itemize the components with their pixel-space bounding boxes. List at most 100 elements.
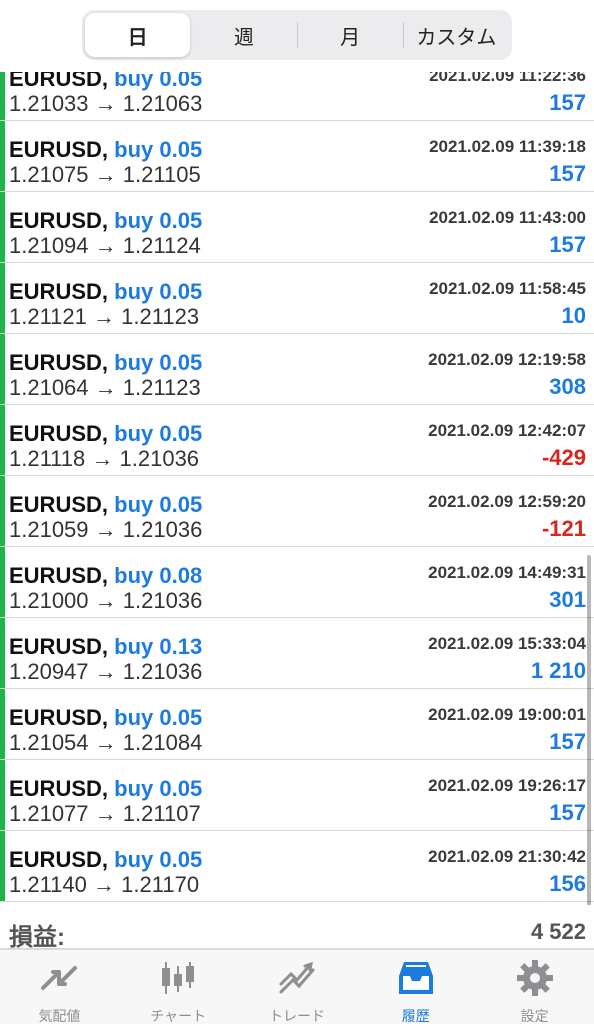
chart-icon: [156, 958, 200, 1003]
trade-symbol: EURUSD, buy 0.05: [9, 421, 202, 447]
open-price: 1.21077: [9, 801, 89, 826]
symbol-text: EURUSD,: [9, 634, 109, 659]
trade-history-list[interactable]: EURUSD, buy 0.05 1.21033 → 1.21063 2021.02…: [0, 50, 594, 905]
trade-row[interactable]: EURUSD, buy 0.05 1.21054 → 1.21084 2021.02…: [0, 689, 594, 760]
trade-rows: EURUSD, buy 0.05 1.21033 → 1.21063 2021.02…: [0, 50, 594, 902]
trade-time: 2021.02.09 15:33:04: [428, 634, 586, 653]
trade-row[interactable]: EURUSD, buy 0.05 1.21094 → 1.21124 2021.02…: [0, 192, 594, 263]
trade-row[interactable]: EURUSD, buy 0.05 1.21075 → 1.21105 2021.02…: [0, 121, 594, 192]
trade-symbol: EURUSD, buy 0.05: [9, 279, 202, 305]
open-price: 1.21059: [9, 517, 89, 542]
arrow-icon: →: [93, 304, 116, 329]
trade-symbol: EURUSD, buy 0.13: [9, 634, 202, 660]
arrow-icon: →: [93, 872, 116, 897]
trade-side-volume: buy 0.05: [114, 776, 203, 801]
trade-symbol: EURUSD, buy 0.05: [9, 776, 202, 802]
arrow-icon: →: [91, 446, 114, 471]
trade-prices: 1.21075 → 1.21105: [9, 162, 201, 188]
trade-time: 2021.02.09 12:42:07: [428, 421, 586, 440]
open-price: 1.21033: [9, 91, 89, 116]
tab-chart[interactable]: チャート: [119, 950, 238, 1024]
trade-prices: 1.21000 → 1.21036: [9, 588, 202, 614]
tab-label: トレード: [268, 1008, 325, 1024]
trade-profit: 156: [549, 871, 586, 896]
trade-row[interactable]: EURUSD, buy 0.13 1.20947 → 1.21036 2021.02…: [0, 618, 594, 689]
trade-symbol: EURUSD, buy 0.05: [9, 137, 202, 163]
tab-quotes[interactable]: 気配値: [0, 950, 119, 1024]
trade-prices: 1.21121 → 1.21123: [9, 304, 199, 330]
segment-day[interactable]: 日: [85, 13, 191, 57]
symbol-text: EURUSD,: [9, 776, 109, 801]
arrow-icon: →: [94, 659, 117, 684]
symbol-text: EURUSD,: [9, 279, 109, 304]
arrow-icon: →: [94, 375, 117, 400]
arrow-icon: →: [94, 233, 117, 258]
summary-label: 損益:: [9, 924, 65, 951]
close-price: 1.21036: [122, 588, 203, 613]
tab-history[interactable]: 履歴: [356, 950, 475, 1024]
trade-profit: 157: [549, 729, 586, 754]
trade-row[interactable]: EURUSD, buy 0.05 1.21140 → 1.21170 2021.02…: [0, 831, 594, 902]
symbol-text: EURUSD,: [9, 421, 109, 446]
open-price: 1.21000: [9, 588, 89, 613]
open-price: 1.21121: [9, 304, 87, 329]
trade-profit: -429: [541, 445, 586, 470]
trade-time: 2021.02.09 19:00:01: [428, 705, 586, 724]
tab-trade[interactable]: トレード: [238, 950, 357, 1024]
trade-row[interactable]: EURUSD, buy 0.05 1.21059 → 1.21036 2021.02…: [0, 476, 594, 547]
period-segmented-control: 日 週 月 カスタム: [82, 10, 512, 60]
trade-profit: -121: [541, 516, 586, 541]
close-price: 1.21036: [122, 659, 203, 684]
bottom-tab-bar: 気配値 チャート トレード 履歴 設定: [0, 949, 594, 1024]
trade-time: 2021.02.09 14:49:31: [428, 563, 586, 582]
trade-time: 2021.02.09 21:30:42: [428, 847, 586, 866]
close-price: 1.21084: [122, 730, 203, 755]
trade-symbol: EURUSD, buy 0.05: [9, 705, 202, 731]
trade-prices: 1.21077 → 1.21107: [9, 801, 201, 827]
trade-prices: 1.21054 → 1.21084: [9, 730, 202, 756]
close-price: 1.21036: [122, 517, 203, 542]
tab-settings[interactable]: 設定: [475, 950, 594, 1024]
close-price: 1.21107: [122, 801, 201, 826]
trade-row[interactable]: EURUSD, buy 0.05 1.21077 → 1.21107 2021.02…: [0, 760, 594, 831]
trade-prices: 1.21118 → 1.21036: [9, 446, 199, 472]
tab-label: 気配値: [38, 1008, 81, 1024]
trade-row[interactable]: EURUSD, buy 0.08 1.21000 → 1.21036 2021.02…: [0, 547, 594, 618]
arrow-icon: →: [94, 588, 117, 613]
trade-side-volume: buy 0.05: [114, 137, 203, 162]
open-price: 1.21075: [9, 162, 89, 187]
trade-symbol: EURUSD, buy 0.08: [9, 563, 202, 589]
trade-side-volume: buy 0.05: [114, 492, 203, 517]
summary-value: 4 522: [530, 919, 586, 944]
trade-profit: 157: [549, 161, 586, 186]
trade-row[interactable]: EURUSD, buy 0.05 1.21118 → 1.21036 2021.02…: [0, 405, 594, 476]
symbol-text: EURUSD,: [9, 137, 109, 162]
scroll-indicator[interactable]: [587, 555, 591, 905]
arrow-icon: →: [94, 91, 117, 116]
quotes-icon: [37, 958, 81, 1003]
close-price: 1.21123: [121, 304, 200, 329]
segment-month[interactable]: 月: [298, 13, 403, 57]
app-window: EURUSD, buy 0.05 1.21033 → 1.21063 2021.02…: [0, 0, 594, 1024]
trade-time: 2021.02.09 12:19:58: [428, 350, 586, 369]
tab-label: 設定: [520, 1008, 549, 1024]
trade-side-volume: buy 0.05: [114, 847, 203, 872]
symbol-text: EURUSD,: [9, 705, 109, 730]
trade-side-volume: buy 0.13: [114, 634, 203, 659]
trade-row[interactable]: EURUSD, buy 0.05 1.21121 → 1.21123 2021.02…: [0, 263, 594, 334]
arrow-icon: →: [94, 517, 117, 542]
trade-time: 2021.02.09 19:26:17: [428, 776, 586, 795]
arrow-icon: →: [94, 801, 117, 826]
close-price: 1.21036: [119, 446, 200, 471]
trade-time: 2021.02.09 11:58:45: [429, 279, 586, 298]
open-price: 1.21094: [9, 233, 89, 258]
trade-row[interactable]: EURUSD, buy 0.05 1.21064 → 1.21123 2021.02…: [0, 334, 594, 405]
trade-profit: 10: [561, 303, 586, 328]
gear-icon: [513, 958, 557, 1003]
profit-summary: 損益: 4 522: [0, 905, 594, 951]
trade-side-volume: buy 0.05: [114, 208, 203, 233]
symbol-text: EURUSD,: [9, 350, 109, 375]
segment-week[interactable]: 週: [191, 13, 296, 57]
segment-custom[interactable]: カスタム: [404, 13, 509, 57]
trade-profit: 157: [549, 800, 586, 825]
